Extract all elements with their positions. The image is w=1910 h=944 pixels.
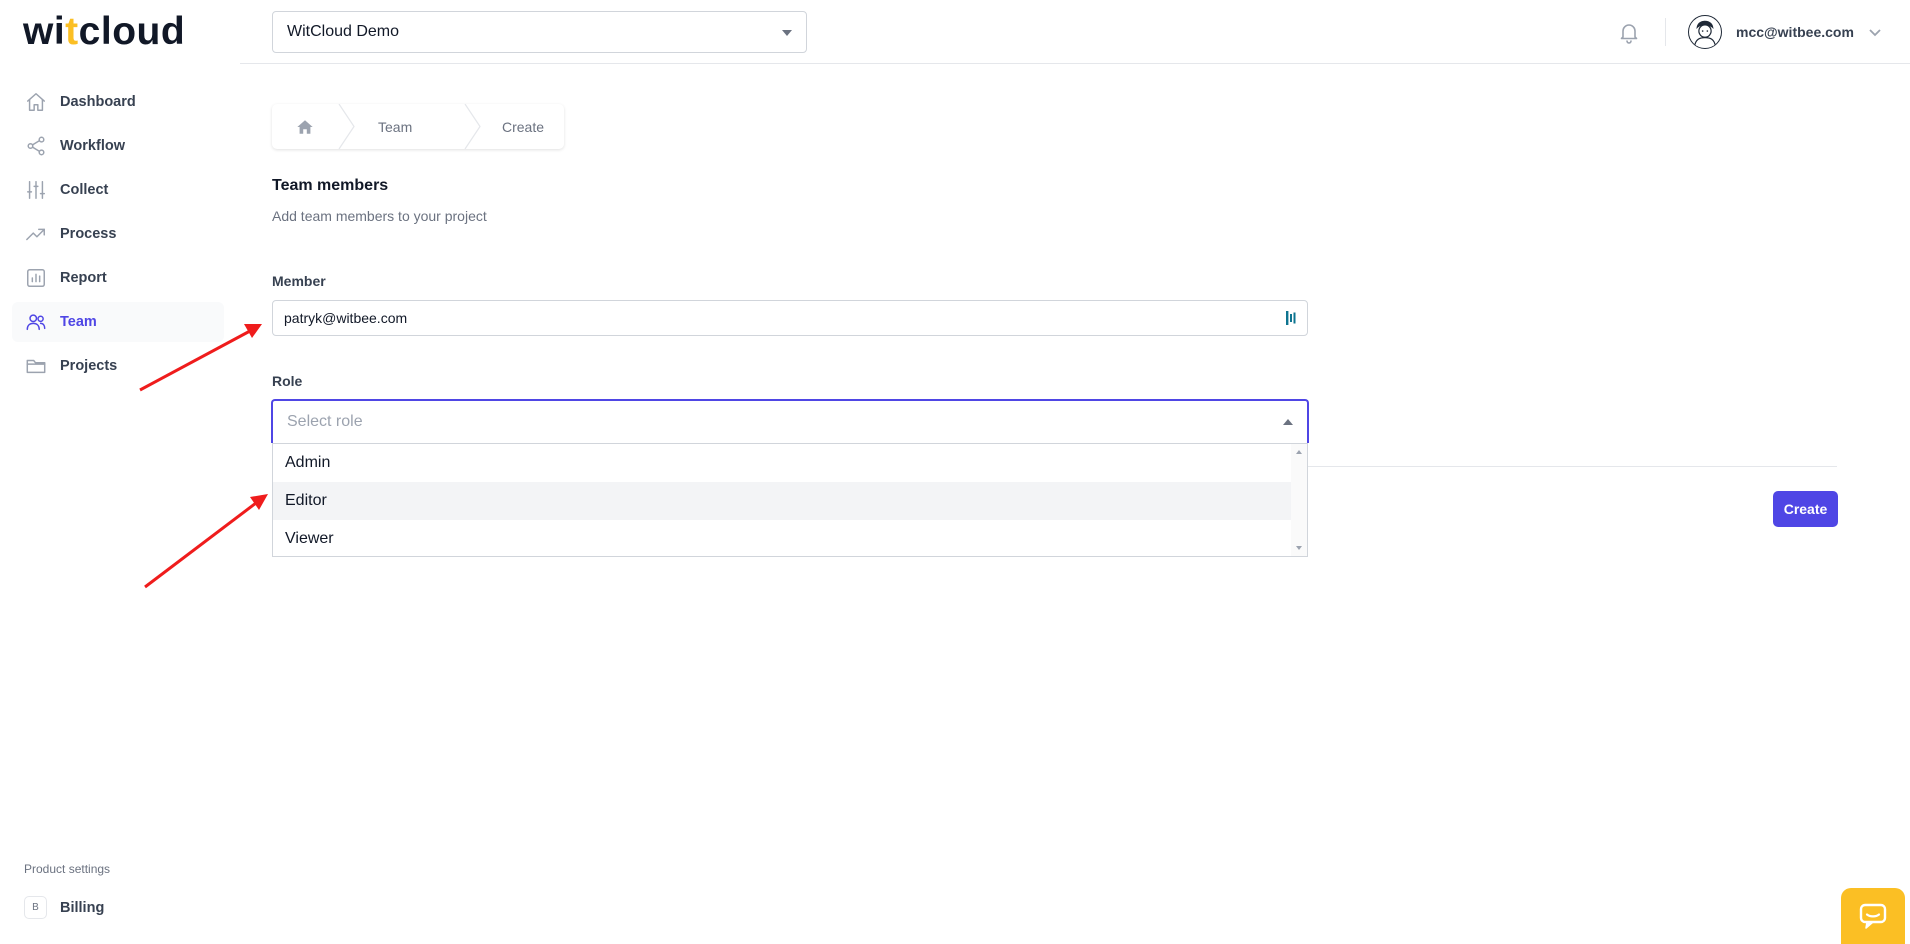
sidebar-item-dashboard[interactable]: Dashboard [12,82,224,122]
page-subtitle: Add team members to your project [272,208,487,224]
logo-text-end: cloud [78,10,186,53]
sidebar-item-label: Report [60,270,107,286]
sidebar-item-label: Workflow [60,138,125,154]
sidebar-item-billing[interactable]: B Billing [24,896,104,919]
member-input-value: patryk@witbee.com [284,310,408,326]
member-label: Member [272,273,326,289]
scroll-up-icon[interactable] [1296,450,1302,454]
caret-down-icon [782,30,792,36]
breadcrumb-separator [338,104,356,149]
sliders-icon [25,179,47,201]
sidebar-item-process[interactable]: Process [12,214,224,254]
sidebar-item-workflow[interactable]: Workflow [12,126,224,166]
role-option-viewer[interactable]: Viewer [273,520,1291,558]
role-select-placeholder: Select role [287,413,363,430]
role-label: Role [272,373,303,389]
role-option-editor[interactable]: Editor [273,482,1291,520]
sidebar-item-label: Billing [60,899,105,916]
sidebar-item-report[interactable]: Report [12,258,224,298]
sidebar-item-label: Projects [60,358,118,374]
project-select-value: WitCloud Demo [287,23,400,40]
password-manager-icon[interactable] [1283,309,1299,327]
users-icon [25,311,47,333]
breadcrumb-separator [464,104,482,149]
sidebar-item-label: Process [60,226,117,242]
chart-icon [25,267,47,289]
role-dropdown: Admin Editor Viewer [272,443,1308,557]
role-option-admin[interactable]: Admin [273,444,1291,482]
bell-icon[interactable] [1617,20,1641,44]
trending-up-icon [25,223,47,245]
home-icon [297,119,313,134]
user-email: mcc@witbee.com [1736,24,1854,40]
top-bar: WitCloud Demo mcc@witbee.com [240,0,1910,64]
topbar-divider [1665,18,1666,46]
breadcrumb-team[interactable]: Team [338,104,464,149]
dropdown-scrollbar[interactable] [1291,444,1307,556]
avatar [1688,15,1722,49]
share-icon [25,135,47,157]
sidebar-nav: Dashboard Workflow Collect Process Repor… [12,82,224,390]
home-icon [25,91,47,113]
chevron-down-icon [1868,25,1882,39]
sidebar-item-projects[interactable]: Projects [12,346,224,386]
scroll-down-icon[interactable] [1296,546,1302,550]
product-settings-heading: Product settings [24,862,111,876]
sidebar-item-label: Dashboard [60,94,136,110]
member-input[interactable]: patryk@witbee.com [272,300,1308,336]
witcloud-logo[interactable]: wi t cloud [23,10,186,53]
logo-text-start: wi [23,10,66,53]
logo-text-accent: t [65,10,79,53]
create-button[interactable]: Create [1773,491,1838,527]
billing-badge: B [24,896,47,919]
folder-icon [25,355,47,377]
breadcrumb-create: Create [464,104,564,149]
user-menu[interactable]: mcc@witbee.com [1688,15,1882,49]
breadcrumb-label: Create [502,118,545,135]
chat-icon [1859,903,1887,929]
sidebar-item-team[interactable]: Team [12,302,224,342]
sidebar-item-label: Collect [60,182,109,198]
sidebar-item-collect[interactable]: Collect [12,170,224,210]
role-select[interactable]: Select role [271,399,1309,443]
caret-up-icon [1283,419,1293,425]
sidebar-item-label: Team [60,314,97,330]
breadcrumb: Team Create [272,104,564,149]
breadcrumb-home[interactable] [272,104,338,149]
chat-widget-button[interactable] [1841,888,1905,944]
breadcrumb-label: Team [378,118,413,135]
sidebar: wi t cloud Dashboard Workflow Collect Proc… [0,0,240,944]
page-title: Team members [272,177,389,194]
project-select[interactable]: WitCloud Demo [272,11,807,53]
